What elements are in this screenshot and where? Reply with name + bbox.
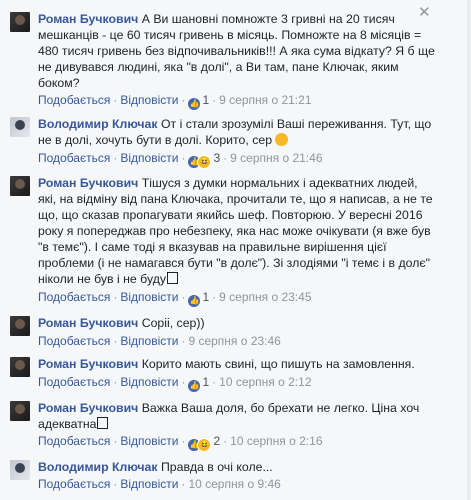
like-link[interactable]: Подобається (38, 375, 110, 389)
scrollbar[interactable] (467, 0, 471, 500)
comment-text: Правда в очі коле... (160, 460, 273, 474)
comment-timestamp[interactable]: 9 серпня о 21:21 (219, 93, 311, 107)
haha-reaction-icon[interactable]: 😆 (197, 155, 212, 169)
comment-timestamp[interactable]: 9 серпня о 21:46 (230, 151, 322, 165)
comment-author[interactable]: Роман Бучкович (38, 401, 138, 415)
like-link[interactable]: Подобається (38, 477, 110, 491)
like-link[interactable]: Подобається (38, 151, 110, 165)
reaction-count[interactable]: 1 (202, 290, 209, 304)
reply-link[interactable]: Відповісти (120, 151, 178, 165)
comment-text: Copii, сер)) (141, 316, 205, 330)
like-link[interactable]: Подобається (38, 93, 110, 107)
avatar[interactable] (10, 460, 30, 480)
comment-author[interactable]: Володимир Ключак (38, 460, 158, 474)
reaction-count[interactable]: 2 (213, 434, 220, 448)
comment-timestamp[interactable]: 9 серпня о 23:46 (188, 334, 280, 348)
like-link[interactable]: Подобається (38, 290, 110, 304)
haha-reaction-icon[interactable]: 😆 (197, 438, 212, 452)
avatar[interactable] (10, 316, 30, 336)
like-reaction-icon[interactable]: 👍 (188, 295, 201, 307)
like-link[interactable]: Подобається (38, 434, 110, 448)
reply-link[interactable]: Відповісти (120, 93, 178, 107)
like-link[interactable]: Подобається (38, 334, 110, 348)
unknown-glyph-icon (167, 272, 179, 284)
reply-link[interactable]: Відповісти (120, 434, 178, 448)
comment-thread: ✕ Роман Бучкович А Ви шановні помножте 3… (0, 0, 471, 500)
comment-timestamp[interactable]: 10 серпня о 2:12 (219, 375, 311, 389)
comment-author[interactable]: Роман Бучкович (38, 316, 138, 330)
avatar[interactable] (10, 176, 30, 196)
reply-link[interactable]: Відповісти (120, 477, 178, 491)
comment-author[interactable]: Роман Бучкович (38, 357, 138, 371)
avatar[interactable] (10, 117, 30, 137)
reply-link[interactable]: Відповісти (120, 290, 178, 304)
comment-text: Тішуся з думки нормальних і адекватних л… (38, 176, 433, 286)
like-reaction-icon[interactable]: 👍 (188, 98, 201, 110)
comment-author[interactable]: Роман Бучкович (38, 176, 138, 190)
like-reaction-icon[interactable]: 👍 (188, 380, 201, 392)
comment-timestamp[interactable]: 9 серпня о 23:45 (219, 290, 311, 304)
comment-author[interactable]: Роман Бучкович (38, 12, 138, 26)
reaction-count[interactable]: 1 (202, 375, 209, 389)
comment-author[interactable]: Володимир Ключак (38, 117, 158, 131)
avatar[interactable] (10, 12, 30, 32)
reply-link[interactable]: Відповісти (120, 334, 178, 348)
comment-text: Корито мають свині, що пишуть на замовле… (141, 357, 415, 371)
smiley-emoji-icon (275, 133, 289, 146)
reaction-count[interactable]: 3 (213, 151, 220, 165)
avatar[interactable] (10, 401, 30, 421)
comment-timestamp[interactable]: 10 серпня о 9:46 (188, 477, 280, 491)
unknown-glyph-icon (97, 417, 109, 429)
avatar[interactable] (10, 357, 30, 377)
reaction-count[interactable]: 1 (202, 93, 209, 107)
comment-timestamp[interactable]: 10 серпня о 2:16 (230, 434, 322, 448)
reply-link[interactable]: Відповісти (120, 375, 178, 389)
